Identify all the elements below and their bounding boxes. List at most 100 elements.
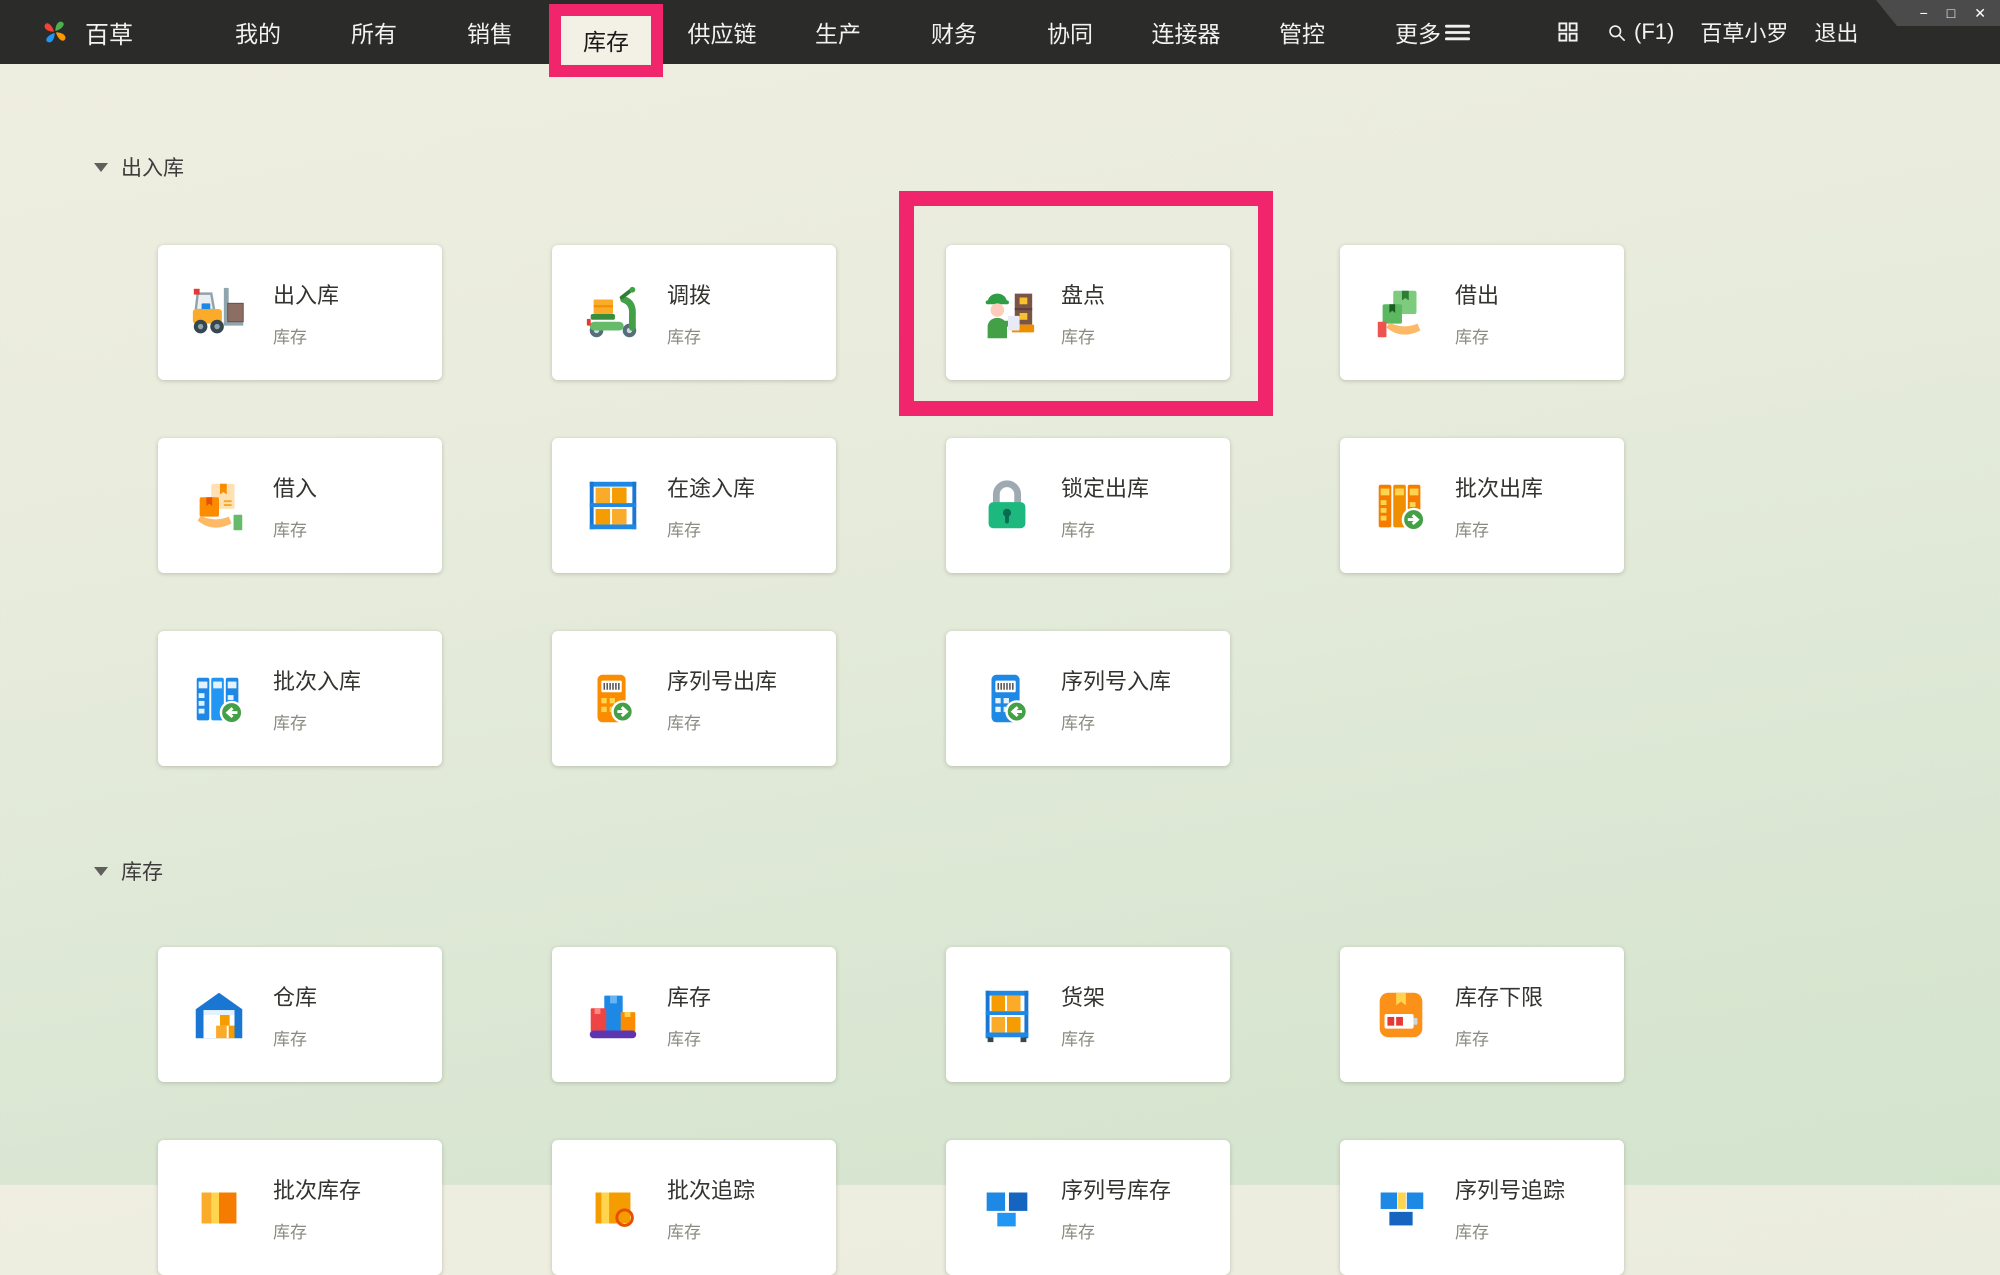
serial-out-icon xyxy=(582,668,644,730)
app-card-batch-in[interactable]: 批次入库库存 xyxy=(158,631,442,766)
nav-right-group: (F1) 百草小罗 退出 xyxy=(1556,0,1858,64)
nav-tab-label: 管控 xyxy=(1279,15,1325,49)
forklift-icon xyxy=(188,282,250,344)
nav-tab-7[interactable]: 协同 xyxy=(1012,0,1128,64)
nav-tab-label: 所有 xyxy=(351,15,397,49)
app-card-stocktake[interactable]: 盘点库存 xyxy=(946,245,1230,380)
app-card-batch-stock[interactable]: 批次库存库存 xyxy=(158,1140,442,1275)
search-shortcut[interactable]: (F1) xyxy=(1606,19,1674,45)
app-card-stock[interactable]: 库存库存 xyxy=(552,947,836,1082)
card-subtitle: 库存 xyxy=(273,1218,361,1243)
nav-tab-4[interactable]: 供应链 xyxy=(664,0,780,64)
app-card-serial-in[interactable]: 序列号入库库存 xyxy=(946,631,1230,766)
card-title: 库存下限 xyxy=(1455,980,1543,1012)
search-icon[interactable] xyxy=(1606,22,1627,43)
card-subtitle: 库存 xyxy=(1455,516,1543,541)
card-title: 借出 xyxy=(1455,278,1499,310)
batch-stock-icon xyxy=(188,1177,250,1239)
serial-stock-icon xyxy=(976,1177,1038,1239)
nav-tab-2[interactable]: 销售 xyxy=(432,0,548,64)
card-subtitle: 库存 xyxy=(1061,1218,1171,1243)
nav-tab-5[interactable]: 生产 xyxy=(780,0,896,64)
card-text: 序列号出库库存 xyxy=(667,664,777,734)
app-card-transit-rack[interactable]: 在途入库库存 xyxy=(552,438,836,573)
more-hamburger-icon[interactable] xyxy=(1443,23,1472,42)
user-name[interactable]: 百草小罗 xyxy=(1700,16,1788,48)
card-text: 在途入库库存 xyxy=(667,471,755,541)
nav-tab-label: 协同 xyxy=(1047,15,1093,49)
card-title: 借入 xyxy=(273,471,317,503)
brand-pinwheel-icon xyxy=(38,15,72,49)
warehouse-icon xyxy=(188,984,250,1046)
shelf-icon xyxy=(976,984,1038,1046)
nav-tab-label: 连接器 xyxy=(1152,15,1221,49)
card-text: 库存库存 xyxy=(667,980,711,1050)
card-text: 借出库存 xyxy=(1455,278,1499,348)
section-title: 出入库 xyxy=(121,152,184,182)
collapse-triangle-icon[interactable] xyxy=(94,867,108,876)
app-grid-icon[interactable] xyxy=(1556,20,1580,44)
collapse-triangle-icon[interactable] xyxy=(94,163,108,172)
close-icon[interactable]: ✕ xyxy=(1974,6,1986,20)
card-subtitle: 库存 xyxy=(273,709,361,734)
minimize-icon[interactable]: − xyxy=(1920,6,1928,20)
card-title: 仓库 xyxy=(273,980,317,1012)
transit-rack-icon xyxy=(582,475,644,537)
card-text: 序列号追踪库存 xyxy=(1455,1173,1565,1243)
nav-tab-label: 供应链 xyxy=(688,15,757,49)
card-subtitle: 库存 xyxy=(667,516,755,541)
card-title: 货架 xyxy=(1061,980,1105,1012)
top-navbar: 百草 我的所有销售库存供应链生产财务协同连接器管控更多 (F1) 百草小罗 退出 xyxy=(0,0,2000,64)
card-subtitle: 库存 xyxy=(667,1218,755,1243)
stock-icon xyxy=(582,984,644,1046)
app-card-scooter[interactable]: 调拨库存 xyxy=(552,245,836,380)
nav-tab-0[interactable]: 我的 xyxy=(200,0,316,64)
card-title: 序列号入库 xyxy=(1061,664,1171,696)
app-card-serial-out[interactable]: 序列号出库库存 xyxy=(552,631,836,766)
nav-tab-6[interactable]: 财务 xyxy=(896,0,1012,64)
app-card-forklift[interactable]: 出入库库存 xyxy=(158,245,442,380)
card-text: 批次出库库存 xyxy=(1455,471,1543,541)
app-card-lock[interactable]: 锁定出库库存 xyxy=(946,438,1230,573)
app-card-warehouse[interactable]: 仓库库存 xyxy=(158,947,442,1082)
app-card-stock-min[interactable]: 库存下限库存 xyxy=(1340,947,1624,1082)
card-title: 盘点 xyxy=(1061,278,1105,310)
batch-trace-icon xyxy=(582,1177,644,1239)
app-card-lend-out[interactable]: 借出库存 xyxy=(1340,245,1624,380)
card-title: 序列号库存 xyxy=(1061,1173,1171,1205)
nav-tab-9[interactable]: 管控 xyxy=(1244,0,1360,64)
card-title: 批次追踪 xyxy=(667,1173,755,1205)
stocktake-icon xyxy=(976,282,1038,344)
nav-tab-label: 更多 xyxy=(1395,15,1441,49)
window-controls: − □ ✕ xyxy=(1876,0,2000,26)
nav-menu: 我的 所有 销售库存供应链 生产 财务 协同 连接器 管控 更多 xyxy=(200,0,1476,64)
nav-tab-8[interactable]: 连接器 xyxy=(1128,0,1244,64)
borrow-in-icon xyxy=(188,475,250,537)
card-text: 调拨库存 xyxy=(667,278,711,348)
app-card-batch-trace[interactable]: 批次追踪库存 xyxy=(552,1140,836,1275)
nav-tab-3[interactable]: 库存 xyxy=(548,0,664,64)
card-subtitle: 库存 xyxy=(273,323,339,348)
app-card-serial-stock[interactable]: 序列号库存库存 xyxy=(946,1140,1230,1275)
card-subtitle: 库存 xyxy=(273,516,317,541)
card-subtitle: 库存 xyxy=(1061,1025,1105,1050)
logout-button[interactable]: 退出 xyxy=(1814,16,1858,48)
batch-out-icon xyxy=(1370,475,1432,537)
maximize-icon[interactable]: □ xyxy=(1947,6,1955,20)
card-subtitle: 库存 xyxy=(1061,709,1171,734)
card-subtitle: 库存 xyxy=(273,1025,317,1050)
nav-tab-1[interactable]: 所有 xyxy=(316,0,432,64)
app-card-shelf[interactable]: 货架库存 xyxy=(946,947,1230,1082)
card-subtitle: 库存 xyxy=(1061,323,1105,348)
card-text: 借入库存 xyxy=(273,471,317,541)
card-title: 序列号追踪 xyxy=(1455,1173,1565,1205)
app-card-borrow-in[interactable]: 借入库存 xyxy=(158,438,442,573)
card-text: 序列号入库库存 xyxy=(1061,664,1171,734)
search-hotkey-label: (F1) xyxy=(1634,19,1674,45)
app-card-batch-out[interactable]: 批次出库库存 xyxy=(1340,438,1624,573)
card-text: 货架库存 xyxy=(1061,980,1105,1050)
serial-trace-icon xyxy=(1370,1177,1432,1239)
app-card-serial-trace[interactable]: 序列号追踪库存 xyxy=(1340,1140,1624,1275)
nav-tab-label: 生产 xyxy=(815,15,861,49)
card-text: 序列号库存库存 xyxy=(1061,1173,1171,1243)
